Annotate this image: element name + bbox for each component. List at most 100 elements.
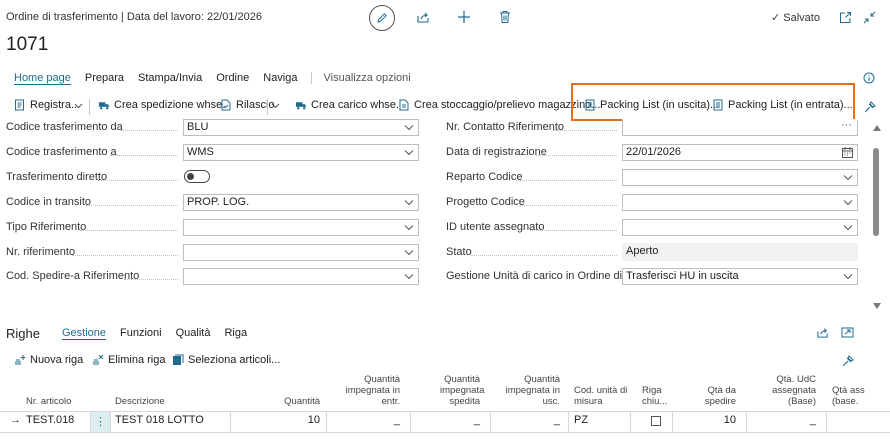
hu-handling-select[interactable]: Trasferisci HU in uscita	[622, 268, 858, 285]
cell-uom[interactable]: PZ	[574, 414, 588, 426]
field-label: Reparto Codice	[446, 171, 523, 183]
field-label: Nr. Contatto Riferimento	[446, 121, 564, 133]
delete-icon[interactable]	[497, 9, 513, 25]
expand-icon[interactable]	[841, 326, 854, 339]
direct-transfer-toggle[interactable]	[184, 170, 210, 183]
more-icon[interactable]: ···	[841, 118, 852, 133]
assigned-user-select[interactable]	[622, 219, 858, 236]
delete-line-icon	[92, 354, 104, 366]
share-icon[interactable]	[816, 326, 829, 339]
chevron-down-icon[interactable]	[74, 103, 83, 109]
post-icon	[14, 99, 26, 111]
field-label: Progetto Codice	[446, 196, 525, 208]
col-line-closed[interactable]: Riga chiu...	[642, 385, 672, 407]
register-button[interactable]: Registra...	[14, 99, 80, 111]
status-field: Aperto	[622, 243, 858, 261]
col-item-no[interactable]: Nr. articolo	[26, 396, 71, 407]
release-label: Rilascio	[236, 99, 275, 111]
field-label: ID utente assegnato	[446, 221, 545, 233]
new-line-icon	[14, 354, 26, 366]
create-shipment-button[interactable]: Crea spedizione whse.	[98, 99, 225, 111]
line-closed-checkbox[interactable]	[651, 416, 661, 426]
in-transit-code-select[interactable]: PROP. LOG.	[183, 194, 419, 211]
row-more-button[interactable]: ⋮	[91, 412, 110, 432]
ship-to-reference-select[interactable]	[183, 268, 419, 285]
tab-line[interactable]: Riga	[217, 327, 254, 339]
edit-button[interactable]	[369, 5, 395, 31]
cell-reserved-out: _	[553, 414, 560, 426]
cell-reserved-shipped: _	[473, 414, 480, 426]
col-quantity[interactable]: Quantità	[270, 396, 320, 407]
select-items-label: Seleziona articoli...	[188, 354, 281, 366]
pencil-icon	[376, 12, 388, 24]
personalize-pin-icon[interactable]	[842, 354, 855, 367]
tab-quality[interactable]: Qualità	[169, 327, 218, 339]
tab-functions[interactable]: Funzioni	[113, 327, 169, 339]
cell-reserved-in: _	[393, 414, 400, 426]
lines-title: Righe	[6, 326, 40, 341]
department-code-select[interactable]	[622, 169, 858, 186]
reference-type-select[interactable]	[183, 219, 419, 236]
row-arrow-icon: →	[10, 414, 21, 426]
show-options-link[interactable]: Visualizza opzioni	[310, 72, 418, 84]
posting-date-field[interactable]: 22/01/2026	[622, 144, 858, 161]
page-title: 1071	[6, 34, 49, 55]
select-items-button[interactable]: Seleziona articoli...	[172, 354, 280, 366]
field-label: Nr. riferimento	[6, 246, 76, 258]
col-description[interactable]: Descrizione	[115, 396, 165, 407]
transfer-to-select[interactable]: WMS	[183, 144, 419, 161]
field-label: Codice in transito	[6, 196, 91, 208]
calendar-icon[interactable]	[842, 147, 853, 158]
tab-order[interactable]: Ordine	[209, 72, 256, 84]
field-label: Tipo Riferimento	[6, 221, 87, 233]
tab-print-send[interactable]: Stampa/Invia	[131, 72, 209, 84]
col-reserved-out[interactable]: Quantità impegnata in usc.	[492, 374, 560, 407]
register-label: Registra...	[30, 99, 81, 111]
chevron-down-icon[interactable]	[271, 103, 280, 109]
col-reserved-in[interactable]: Quantità impegnata in entr.	[330, 374, 400, 407]
contact-reference-lookup[interactable]: ···	[622, 119, 858, 136]
checkmark-icon: ✓	[771, 12, 781, 24]
project-code-select[interactable]	[622, 194, 858, 211]
open-new-window-icon[interactable]	[838, 10, 852, 24]
field-label: Codice trasferimento da	[6, 121, 123, 133]
tab-prepare[interactable]: Prepara	[78, 72, 131, 84]
col-hu-assigned[interactable]: Qtà. UdC assegnata (Base)	[752, 374, 816, 407]
add-icon[interactable]	[456, 9, 472, 25]
transfer-from-select[interactable]: BLU	[183, 119, 419, 136]
col-reserved-shipped[interactable]: Quantità impegnata spedita	[440, 374, 484, 407]
scrollbar-thumb[interactable]	[873, 148, 879, 236]
document-release-icon	[220, 99, 232, 111]
col-qty-to-ship[interactable]: Qtà da spedire	[676, 385, 736, 407]
action-tabs: Home page Prepara Stampa/Invia Ordine Na…	[14, 72, 418, 84]
field-label: Stato	[446, 246, 472, 258]
tab-home[interactable]: Home page	[14, 72, 78, 84]
new-line-button[interactable]: Nuova riga	[14, 354, 83, 366]
cell-description[interactable]: TEST 018 LOTTO	[115, 414, 204, 426]
tab-navigate[interactable]: Naviga	[256, 72, 304, 84]
scroll-up-arrow[interactable]	[873, 125, 881, 133]
tab-manage[interactable]: Gestione	[62, 327, 113, 339]
document-icon	[398, 99, 410, 111]
cell-qty-to-ship[interactable]: 10	[676, 414, 736, 426]
delete-line-label: Elimina riga	[108, 354, 166, 366]
info-icon[interactable]	[863, 72, 875, 84]
field-label: Data di registrazione	[446, 146, 547, 158]
saved-status: ✓ Salvato	[771, 11, 820, 24]
scroll-down-arrow[interactable]	[873, 303, 881, 311]
personalize-pin-icon[interactable]	[864, 100, 877, 113]
create-receipt-button[interactable]: Crea carico whse.	[295, 99, 399, 111]
collapse-icon[interactable]	[862, 10, 876, 24]
field-label: Gestione Unità di carico in Ordine di T.…	[446, 270, 640, 282]
delete-line-button[interactable]: Elimina riga	[92, 354, 165, 366]
cell-quantity[interactable]: 10	[270, 414, 320, 426]
truck-icon	[98, 99, 110, 111]
share-icon[interactable]	[415, 9, 431, 25]
col-uom[interactable]: Cod. unità di misura	[574, 385, 630, 407]
col-assigned-base[interactable]: Qtà ass (base.	[832, 385, 866, 407]
saved-label: Salvato	[783, 12, 820, 24]
cell-hu-assigned: _	[809, 414, 816, 426]
reference-no-select[interactable]	[183, 244, 419, 261]
lines-grid-header: Nr. articolo Descrizione Quantità Quanti…	[0, 374, 890, 410]
cell-item-no[interactable]: TEST.018	[26, 414, 74, 426]
